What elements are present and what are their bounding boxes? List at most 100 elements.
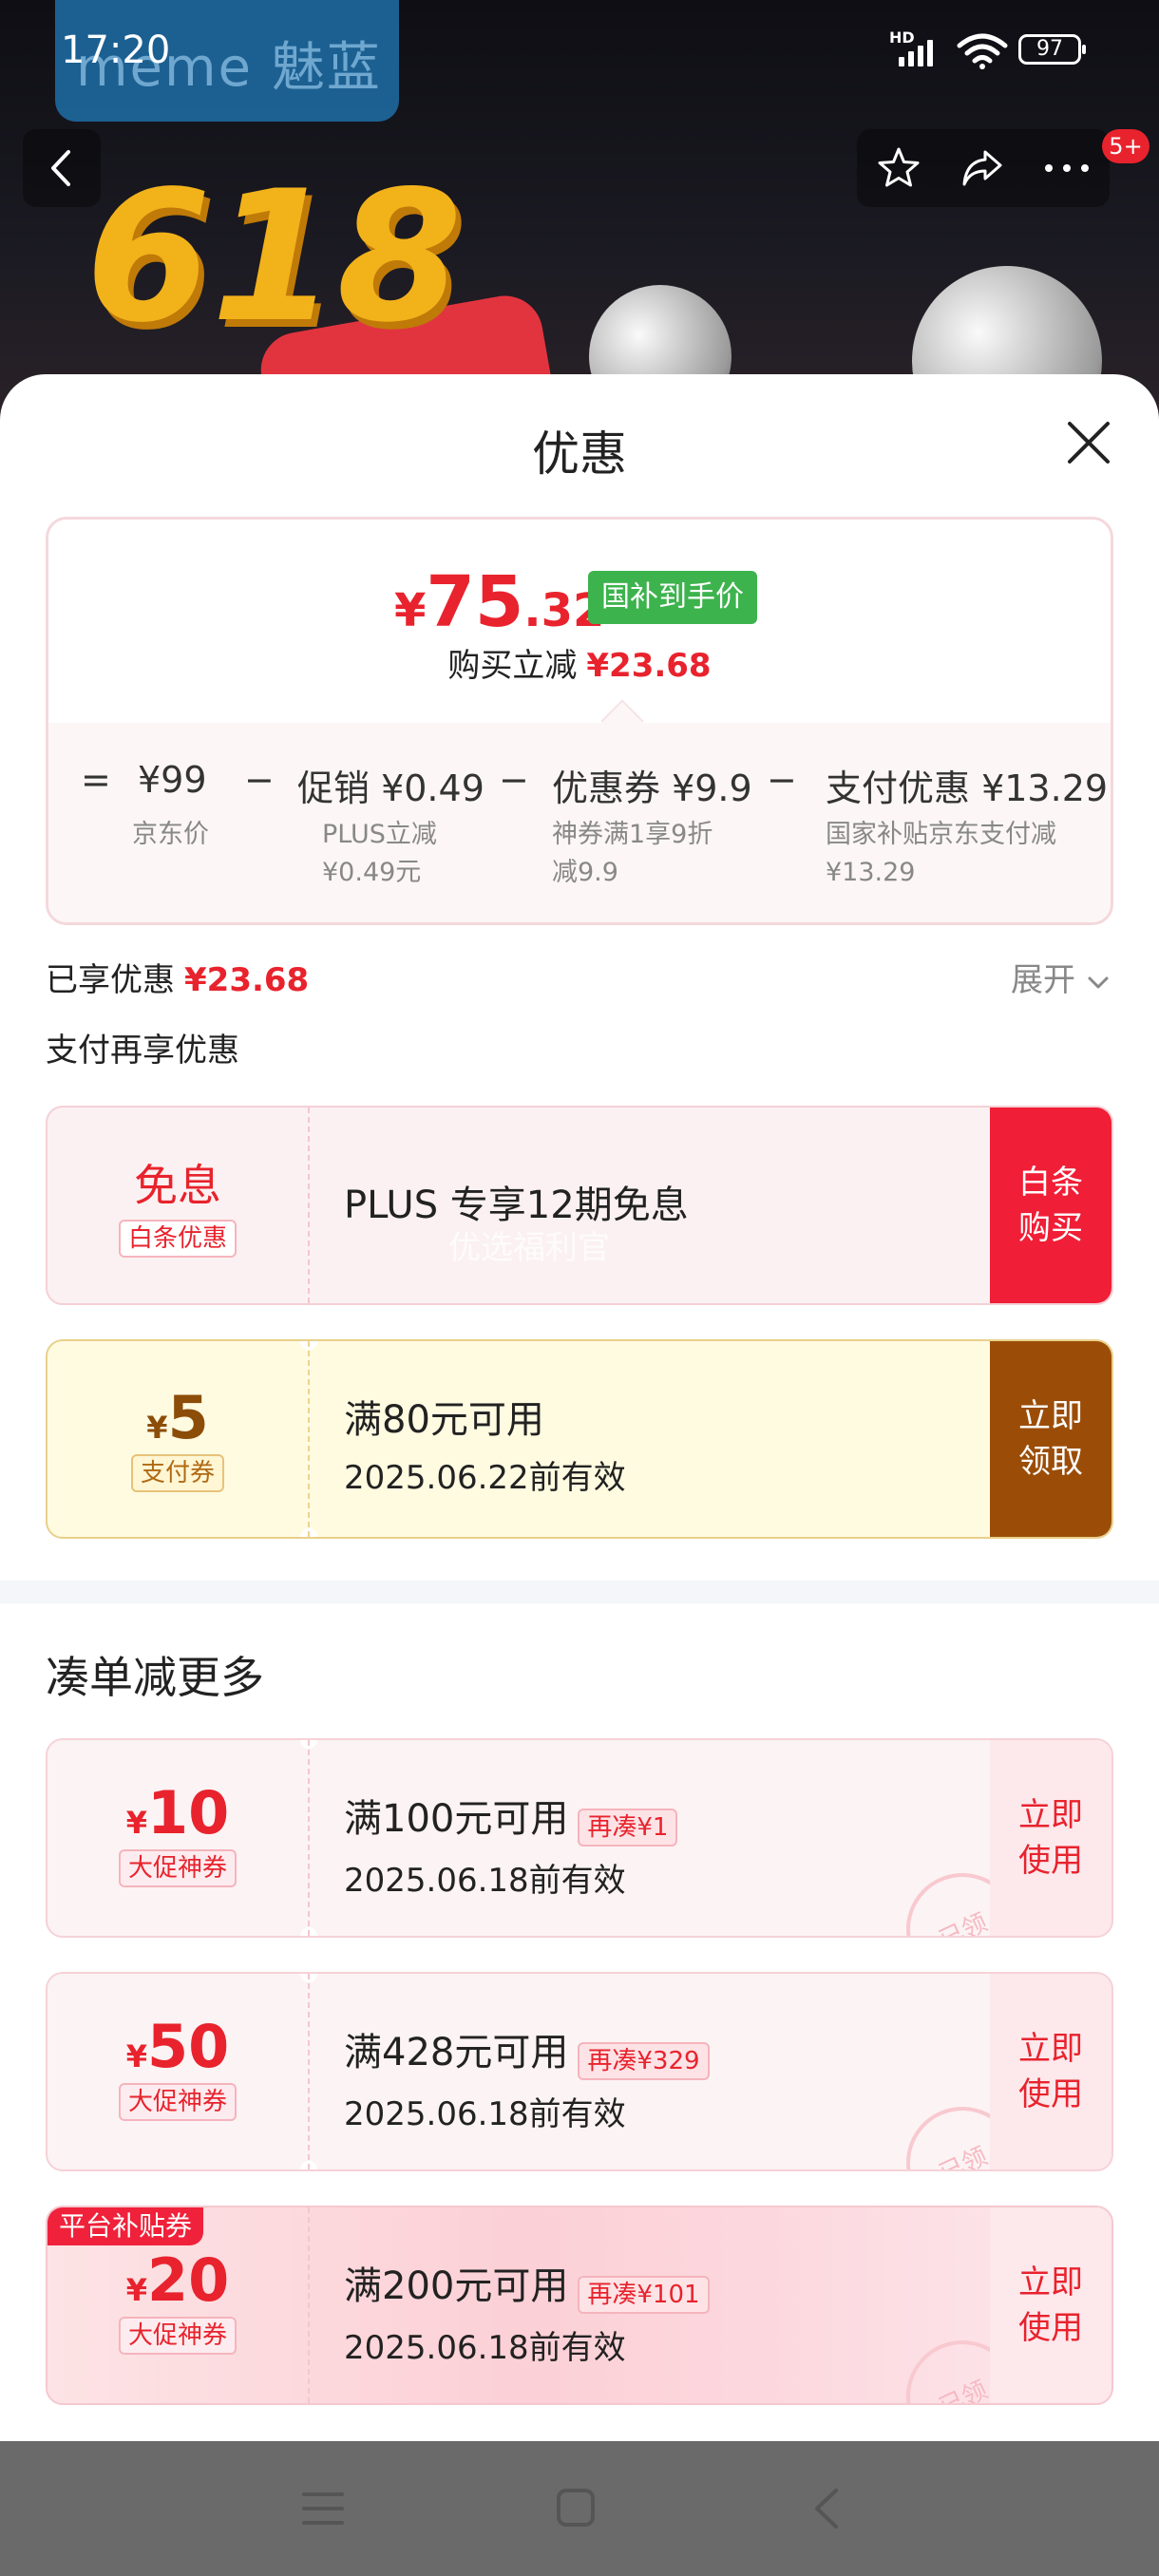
breakdown-sub: PLUS立减 ¥0.49元 xyxy=(322,820,437,887)
discount-sheet: 优惠 ¥75.32 国补到手价 购买立减 ¥23.68 = ¥99 京东价 − 促… xyxy=(0,374,1159,2441)
breakdown-value: 优惠券 ¥9.9 xyxy=(552,767,752,809)
coupon-title-row: 满428元可用 再凑¥329 xyxy=(344,2021,710,2080)
coupon-amount: ¥50 xyxy=(48,2012,308,2081)
use-now-button[interactable]: 立即 使用 xyxy=(990,2207,1112,2403)
signal-icon xyxy=(899,34,933,66)
breakdown-op: − xyxy=(767,759,797,801)
coupon-value: 免息 xyxy=(134,1160,221,1211)
final-price: ¥75.32 xyxy=(394,561,604,643)
coupon-tag: 白条优惠 xyxy=(118,1220,237,1258)
coupon-title: 满80元可用 xyxy=(344,1398,544,1442)
promo-coupon: ¥50 大促神券 满428元可用 再凑¥329 2025.06.18前有效 已领 … xyxy=(46,1972,1113,2171)
coupon-validity: 2025.06.18前有效 xyxy=(344,1861,626,1900)
price-card: ¥75.32 国补到手价 购买立减 ¥23.68 = ¥99 京东价 − 促销 ¥… xyxy=(46,517,1113,925)
close-icon[interactable] xyxy=(1060,414,1117,471)
coupon-title: 满100元可用 xyxy=(344,1797,569,1841)
breakdown-sub: 京东价 xyxy=(132,820,209,849)
coupon-title: 满200元可用 xyxy=(344,2264,569,2308)
coupon-tag: 大促神券 xyxy=(118,1849,237,1887)
breakdown-sub: 神券满1享9折 减9.9 xyxy=(552,820,713,887)
breakdown-value: 支付优惠 ¥13.29 xyxy=(826,767,1109,809)
more-dots-icon xyxy=(1045,164,1089,172)
favorite-button[interactable] xyxy=(857,129,940,207)
coupon-amount: ¥10 xyxy=(48,1778,308,1847)
breakdown-value: ¥99 xyxy=(138,759,207,801)
more-button[interactable] xyxy=(1024,129,1110,207)
breakdown-value: 促销 ¥0.49 xyxy=(297,767,484,809)
coupon-tag: 支付券 xyxy=(130,1454,224,1492)
home-icon[interactable] xyxy=(553,2485,598,2530)
coupon-value: 5 xyxy=(167,1383,209,1452)
baitiao-buy-button[interactable]: 白条 购买 xyxy=(990,1108,1112,1303)
coupon-info: 满100元可用 再凑¥1 2025.06.18前有效 xyxy=(344,1740,678,1936)
coupon-info: PLUS 专享12期免息 优选福利官 xyxy=(344,1108,689,1303)
coupon-left: ¥5 支付券 xyxy=(48,1341,308,1537)
wifi-icon xyxy=(957,33,1008,69)
back-nav-icon[interactable] xyxy=(808,2485,846,2532)
action-toolbar xyxy=(857,129,1110,207)
coupon-info: 满428元可用 再凑¥329 2025.06.18前有效 xyxy=(344,1974,710,2169)
breakdown-op: − xyxy=(499,759,529,801)
battery-icon: 97 xyxy=(1018,34,1086,65)
add-more-tag: 再凑¥1 xyxy=(578,1808,678,1847)
coupon-amount: ¥5 xyxy=(48,1383,308,1452)
platform-subsidy-coupon: 平台补贴券 ¥20 大促神券 满200元可用 再凑¥101 2025.06.18前… xyxy=(46,2206,1113,2405)
coupon-info: 满200元可用 再凑¥101 2025.06.18前有效 xyxy=(344,2207,710,2403)
interest-free-coupon: 免息 白条优惠 PLUS 专享12期免息 优选福利官 白条 购买 xyxy=(46,1106,1113,1305)
coupon-divider xyxy=(308,1974,310,2169)
coupon-divider xyxy=(308,2207,310,2403)
coupon-tag: 大促神券 xyxy=(118,2317,237,2355)
national-subsidy-tag: 国补到手价 xyxy=(588,571,757,624)
coupon-left: ¥10 大促神券 xyxy=(48,1740,308,1936)
enjoyed-label: 已享优惠 xyxy=(46,961,175,999)
expand-label: 展开 xyxy=(1011,961,1075,999)
watermark-text: 优选福利官 xyxy=(448,1229,610,1267)
enjoyed-discount: 已享优惠 ¥23.68 xyxy=(46,954,309,1000)
share-button[interactable] xyxy=(940,129,1024,207)
add-more-tag: 再凑¥329 xyxy=(578,2041,710,2080)
coupon-title-row: 满200元可用 再凑¥101 xyxy=(344,2255,710,2314)
price-currency: ¥ xyxy=(394,584,427,637)
coupon-divider xyxy=(308,1740,310,1936)
coupon-validity: 2025.06.22前有效 xyxy=(344,1459,626,1497)
system-nav-bar xyxy=(0,2441,1159,2576)
back-button[interactable] xyxy=(23,129,101,207)
notification-badge: 5+ xyxy=(1102,129,1150,163)
coupon-value: 10 xyxy=(146,1778,230,1847)
use-now-button[interactable]: 立即 使用 xyxy=(990,1974,1112,2169)
coupon-amount: ¥20 xyxy=(48,2245,308,2315)
breakdown-op: − xyxy=(244,759,275,801)
coupon-value: 20 xyxy=(146,2245,230,2315)
use-now-button[interactable]: 立即 使用 xyxy=(990,1740,1112,1936)
coupon-currency: ¥ xyxy=(125,2038,147,2074)
share-icon xyxy=(962,150,1002,186)
coupon-currency: ¥ xyxy=(146,1410,168,1446)
coupon-tag: 大促神券 xyxy=(118,2083,237,2121)
coupon-divider xyxy=(308,1108,310,1303)
coupon-currency: ¥ xyxy=(125,1805,147,1841)
purchase-saving: 购买立减 ¥23.68 xyxy=(48,639,1111,686)
sheet-title: 优惠 xyxy=(532,426,627,482)
status-bar: 17:20 HD 97 xyxy=(0,0,1159,104)
section-gap xyxy=(0,1581,1159,1603)
coupon-left: ¥20 大促神券 xyxy=(48,2207,308,2403)
chevron-down-icon xyxy=(1088,976,1109,988)
menu-icon[interactable] xyxy=(300,2487,346,2530)
claim-button[interactable]: 立即 领取 xyxy=(990,1341,1112,1537)
enjoyed-amount: ¥23.68 xyxy=(184,961,310,999)
coupon-left: 免息 白条优惠 xyxy=(48,1108,308,1303)
saving-amount: ¥23.68 xyxy=(586,647,712,685)
pay-discount-title: 支付再享优惠 xyxy=(46,1032,239,1070)
coupon-value: 50 xyxy=(146,2012,230,2081)
chevron-left-icon xyxy=(51,150,70,186)
more-discount-title: 凑单减更多 xyxy=(46,1652,264,1703)
expand-toggle[interactable]: 展开 xyxy=(1011,954,1111,1000)
star-icon xyxy=(878,147,920,187)
promo-618-graphic: 618 xyxy=(48,123,562,418)
price-integer: 75 xyxy=(426,561,524,643)
coupon-info: 满80元可用 2025.06.22前有效 xyxy=(344,1341,626,1537)
coupon-currency: ¥ xyxy=(125,2272,147,2308)
saving-label: 购买立减 xyxy=(447,647,578,685)
add-more-tag: 再凑¥101 xyxy=(578,2275,710,2314)
coupon-divider xyxy=(308,1341,310,1537)
